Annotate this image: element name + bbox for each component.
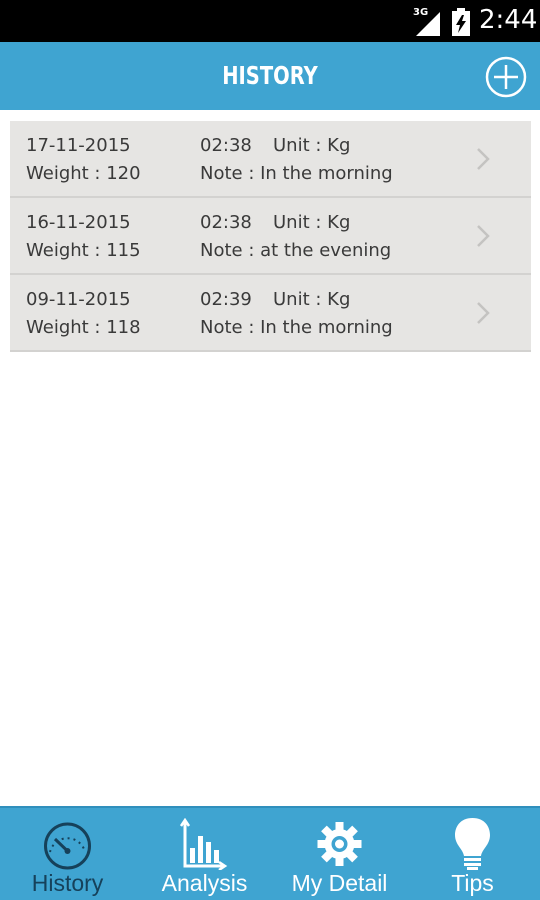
entry-weight: Weight : 120 (26, 163, 141, 184)
clock: 2:44 (479, 5, 538, 35)
app-header: HISTORY (0, 42, 540, 110)
chevron-right-icon (477, 225, 490, 247)
tab-label: History (31, 870, 104, 896)
bottom-tab-bar: History Analysis My Detail Tips (0, 806, 540, 900)
entry-time: 02:38 (200, 135, 252, 156)
entry-note: Note : at the evening (200, 240, 392, 261)
history-entry[interactable]: 17-11-2015 02:38 Unit : Kg Weight : 120 … (10, 121, 531, 198)
page-title: HISTORY (222, 61, 318, 90)
tab-my-detail[interactable]: My Detail (272, 808, 407, 900)
lightbulb-icon (455, 818, 490, 870)
entry-date: 09-11-2015 (26, 289, 131, 310)
gear-icon (317, 822, 362, 866)
entry-weight: Weight : 115 (26, 240, 141, 261)
entry-unit: Unit : Kg (273, 135, 351, 156)
tab-history[interactable]: History (0, 808, 135, 900)
tab-label: My Detail (291, 870, 388, 896)
tab-tips[interactable]: Tips (405, 808, 540, 900)
chevron-right-icon (477, 148, 490, 170)
entry-date: 17-11-2015 (26, 135, 131, 156)
add-entry-button[interactable] (485, 56, 527, 98)
entry-date: 16-11-2015 (26, 212, 131, 233)
entry-time: 02:38 (200, 212, 252, 233)
entry-unit: Unit : Kg (273, 289, 351, 310)
entry-unit: Unit : Kg (273, 212, 351, 233)
battery-icon (452, 8, 470, 36)
history-list: 17-11-2015 02:38 Unit : Kg Weight : 120 … (10, 121, 531, 352)
gauge-icon (44, 822, 91, 870)
chevron-right-icon (477, 302, 490, 324)
history-entry[interactable]: 16-11-2015 02:38 Unit : Kg Weight : 115 … (10, 198, 531, 275)
entry-note: Note : In the morning (200, 317, 393, 338)
entry-weight: Weight : 118 (26, 317, 141, 338)
entry-time: 02:39 (200, 289, 252, 310)
tab-analysis[interactable]: Analysis (137, 808, 272, 900)
tab-label: Tips (451, 870, 494, 896)
tab-label: Analysis (161, 870, 248, 896)
entry-note: Note : In the morning (200, 163, 393, 184)
bar-chart-icon (179, 818, 228, 870)
status-bar: 3G 2:44 (0, 0, 540, 42)
signal-icon (416, 12, 440, 36)
history-entry[interactable]: 09-11-2015 02:39 Unit : Kg Weight : 118 … (10, 275, 531, 352)
